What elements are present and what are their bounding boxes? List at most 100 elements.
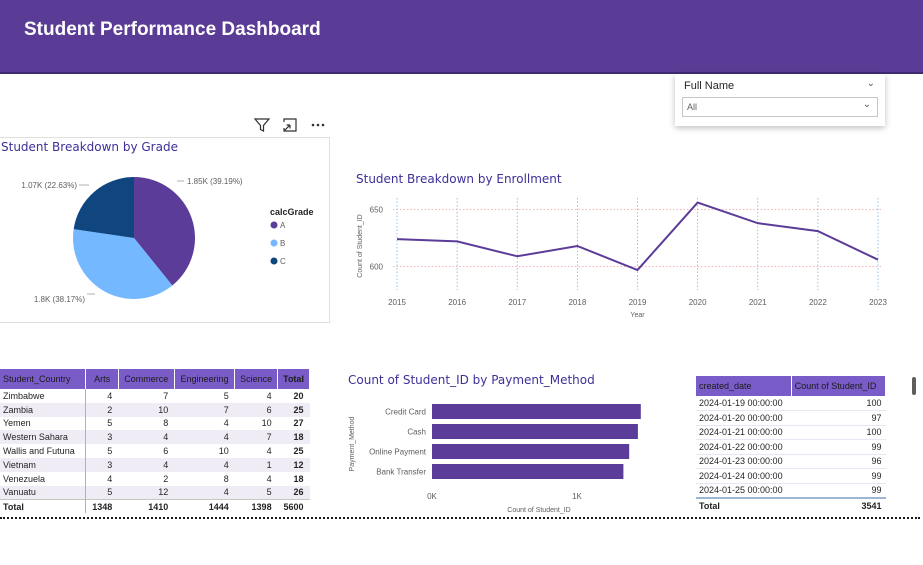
total-row[interactable]: Total 1348 1410 1444 1398 5600 <box>0 498 310 514</box>
table-row[interactable]: Zambia 2 10 7 6 25 <box>0 402 310 417</box>
table-row[interactable]: Western Sahara 3 4 4 7 18 <box>0 430 310 445</box>
bar-category-label: Credit Card <box>385 408 426 417</box>
table-cell: 6 <box>234 402 278 417</box>
slicer-dropdown[interactable]: All ⌄ <box>682 97 878 117</box>
table-row[interactable]: Zimbabwe 4 7 5 4 20 <box>0 389 310 403</box>
x-tick-label: 2022 <box>809 298 827 307</box>
legend-label-b: B <box>280 239 285 248</box>
table-cell: 1398 <box>234 498 278 514</box>
table-cell: 1 <box>234 457 278 472</box>
table-cell: 5 <box>107 446 113 457</box>
x-tick-label: 1K <box>572 492 582 501</box>
table-row[interactable]: 2024-01-25 00:00:00 99 <box>696 483 886 498</box>
legend-marker-b <box>270 239 278 247</box>
bar-bank-transfer[interactable] <box>432 464 624 479</box>
table-row[interactable]: 2024-01-20 00:00:00 97 <box>696 410 886 426</box>
table-cell: 4 <box>223 418 229 429</box>
table-row[interactable]: 2024-01-21 00:00:00 100 <box>696 425 886 440</box>
enrollment-line-chart[interactable]: 600 650 2015 2016 2017 2018 2019 2020 2021 2022 20… <box>350 190 890 330</box>
created-date-table[interactable]: created_date Count of Student_ID 2024-01-… <box>696 376 887 514</box>
table-cell: 2024-01-23 00:00:00 <box>696 454 792 469</box>
page-boundary-line <box>0 517 920 519</box>
filter-icon[interactable] <box>253 116 271 134</box>
column-header[interactable]: Arts <box>85 369 119 389</box>
table-cell: 2 <box>85 402 119 417</box>
table-row[interactable]: 2024-01-24 00:00:00 99 <box>696 468 886 484</box>
table-row[interactable]: 2024-01-22 00:00:00 99 <box>696 439 886 455</box>
column-header[interactable]: Science <box>234 369 279 389</box>
table-cell: 2024-01-22 00:00:00 <box>696 439 792 455</box>
table-cell: 25 <box>277 402 310 417</box>
slicer-value: All <box>687 102 698 112</box>
pie-label-b: 1.8K (38.17%) <box>34 295 85 304</box>
table-cell: 1348 <box>85 498 119 514</box>
x-tick-label: 0K <box>427 492 437 501</box>
table-cell: Total <box>0 498 87 514</box>
column-header[interactable]: Count of Student_ID <box>791 376 887 396</box>
chevron-down-icon: ⌄ <box>862 99 871 110</box>
table-cell: 4 <box>107 390 113 401</box>
column-header[interactable]: Student_Country <box>0 369 87 389</box>
table-row[interactable]: Vietnam 3 4 4 1 12 <box>0 457 310 472</box>
column-header[interactable]: Total <box>277 369 310 389</box>
table-cell: 97 <box>791 410 886 426</box>
dashboard-title: Student Performance Dashboard <box>24 19 321 40</box>
table-cell: 3 <box>85 457 119 472</box>
column-header[interactable]: Commerce <box>118 369 175 389</box>
table-cell: 18 <box>293 473 304 484</box>
table-row[interactable]: 2024-01-19 00:00:00 100 <box>696 396 886 411</box>
bar-xlabel: Count of Student_ID <box>507 507 570 514</box>
header-bar: Student Performance Dashboard <box>0 0 923 72</box>
slicer-title: Full Name <box>684 80 735 92</box>
payment-bar-chart[interactable]: Credit Card Cash Online Payment Bank Transf… <box>342 368 672 516</box>
table-cell: 1410 <box>118 498 175 514</box>
country-grade-matrix[interactable]: Student_Country Arts Commerce Engineering Sc… <box>0 369 310 514</box>
table-cell: 2 <box>163 473 169 484</box>
table-row[interactable]: Wallis and Futuna 5 6 10 4 25 <box>0 444 310 458</box>
more-options-icon[interactable] <box>309 116 327 134</box>
full-name-slicer[interactable]: Full Name ⌄ All ⌄ <box>675 74 885 126</box>
legend-marker-a <box>270 221 278 229</box>
table-cell: 1444 <box>174 498 235 514</box>
bar-online-payment[interactable] <box>432 444 630 459</box>
y-tick-label: 650 <box>370 205 384 214</box>
table-cell: 4 <box>118 457 175 472</box>
grade-pie-chart[interactable]: 1.85K (39.19%) 1.8K (38.17%) 1.07K (22.6… <box>0 138 329 322</box>
bar-credit-card[interactable] <box>432 404 641 419</box>
table-cell: Vietnam <box>0 457 87 472</box>
grade-pie-card[interactable]: Student Breakdown by Grade 1.85K (39.19%… <box>0 137 330 323</box>
bar-cash[interactable] <box>432 424 638 439</box>
legend-title: calcGrade <box>270 207 314 217</box>
total-row[interactable]: Total 3541 <box>696 496 886 514</box>
legend-label-c: C <box>280 257 286 266</box>
table-cell: 4 <box>266 473 272 484</box>
table-cell: 4 <box>174 457 235 472</box>
table-cell: 99 <box>791 468 886 484</box>
table-row[interactable]: Yemen 5 8 4 10 27 <box>0 416 310 431</box>
table-cell: Western Sahara <box>0 430 87 445</box>
table-row[interactable]: Venezuela 4 2 8 4 18 <box>0 471 310 486</box>
table-cell: 10 <box>218 446 229 457</box>
table-cell: Wallis and Futuna <box>0 444 87 458</box>
table-cell: 7 <box>163 390 169 401</box>
table-cell: Zambia <box>0 402 87 417</box>
table-cell: 99 <box>791 439 886 455</box>
table-row[interactable]: Vanuatu 5 12 4 5 26 <box>0 485 310 500</box>
pie-label-a: 1.85K (39.19%) <box>187 177 243 186</box>
table-cell: 4 <box>107 473 113 484</box>
x-tick-label: 2015 <box>388 298 406 307</box>
chevron-down-icon[interactable]: ⌄ <box>867 78 875 89</box>
pie-label-c: 1.07K (22.63%) <box>21 181 77 190</box>
column-header[interactable]: Engineering <box>174 369 236 389</box>
table-cell: 12 <box>118 485 175 500</box>
x-tick-label: 2017 <box>508 298 526 307</box>
column-header[interactable]: created_date <box>696 376 792 396</box>
table-cell: 2024-01-20 00:00:00 <box>696 410 792 426</box>
table-row[interactable]: 2024-01-23 00:00:00 96 <box>696 454 886 469</box>
table-cell: 10 <box>261 418 272 429</box>
table-scrollbar[interactable] <box>912 377 916 395</box>
pie-slice-c[interactable] <box>73 177 134 238</box>
table-cell: 7 <box>174 402 235 417</box>
focus-mode-icon[interactable] <box>281 116 299 134</box>
table-cell: 4 <box>266 390 272 401</box>
